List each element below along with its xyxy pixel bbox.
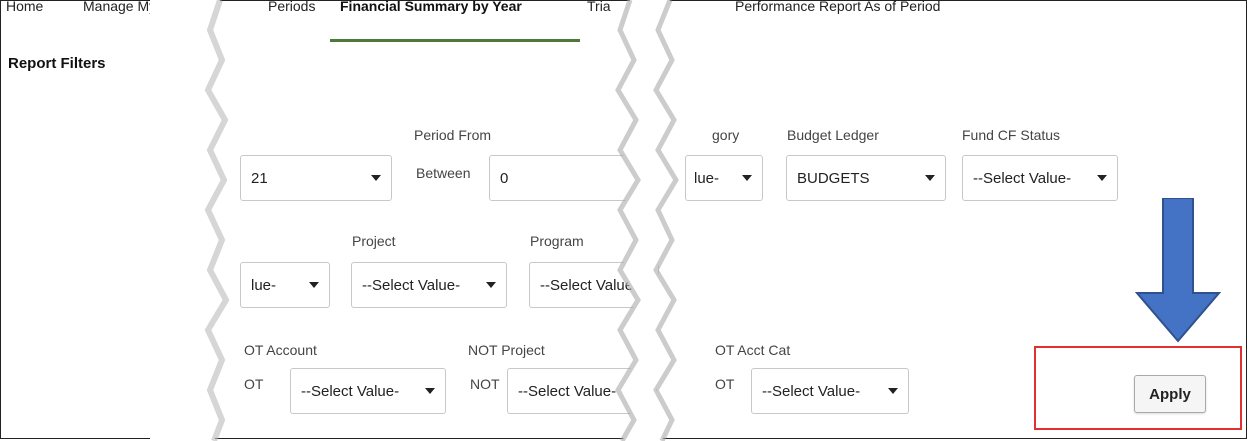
not-project-prefix: NOT [470,376,500,392]
not-account-select[interactable]: --Select Value- [290,368,446,414]
torn-edge-middle [615,0,679,441]
dropdown-caret-icon [371,175,381,181]
tab-periods[interactable]: Periods [268,0,315,14]
between-label: Between [416,165,471,181]
not-acct-cat-prefix: OT [715,376,735,392]
account-category-value: lue- [694,169,720,187]
tab-financial-summary[interactable]: Financial Summary by Year [340,0,522,14]
account-category-label: gory [712,127,740,143]
dropdown-caret-icon [742,175,752,181]
budget-ledger-select[interactable]: BUDGETS [786,155,946,201]
tab-home[interactable]: Home [6,0,43,14]
torn-edge-left [150,0,230,441]
budget-ledger-value: BUDGETS [797,169,870,187]
not-account-value: --Select Value- [301,382,400,400]
period-from-label: Period From [414,127,492,143]
row2-first-value: lue- [251,276,277,294]
project-value: --Select Value- [362,276,461,294]
apply-button[interactable]: Apply [1134,375,1206,413]
fund-cf-status-select[interactable]: --Select Value- [962,155,1118,201]
dropdown-caret-icon [425,388,435,394]
dropdown-caret-icon [309,282,319,288]
down-arrow-icon [1135,198,1221,343]
row2-first-select[interactable]: lue- [240,262,330,308]
budget-ledger-label: Budget Ledger [787,127,879,143]
report-filters-heading: Report Filters [8,55,106,72]
project-select[interactable]: --Select Value- [351,262,507,308]
not-project-label: NOT Project [468,342,545,358]
fund-cf-status-label: Fund CF Status [962,127,1061,143]
active-tab-underline [330,39,580,42]
fiscal-year-select[interactable]: 21 [240,155,392,201]
dropdown-caret-icon [888,388,898,394]
not-acct-cat-label: OT Acct Cat [715,342,791,358]
dropdown-caret-icon [925,175,935,181]
dropdown-caret-icon [486,282,496,288]
tab-performance-report[interactable]: Performance Report As of Period [735,0,940,14]
not-acct-cat-select[interactable]: --Select Value- [751,368,909,414]
dropdown-caret-icon [1097,175,1107,181]
not-acct-cat-value: --Select Value- [762,382,861,400]
not-account-prefix: OT [244,376,264,392]
program-label: Program [530,233,584,249]
fund-cf-status-value: --Select Value- [973,169,1072,187]
project-label: Project [352,233,396,249]
not-account-label: OT Account [244,342,317,358]
fiscal-year-value: 21 [251,169,268,187]
